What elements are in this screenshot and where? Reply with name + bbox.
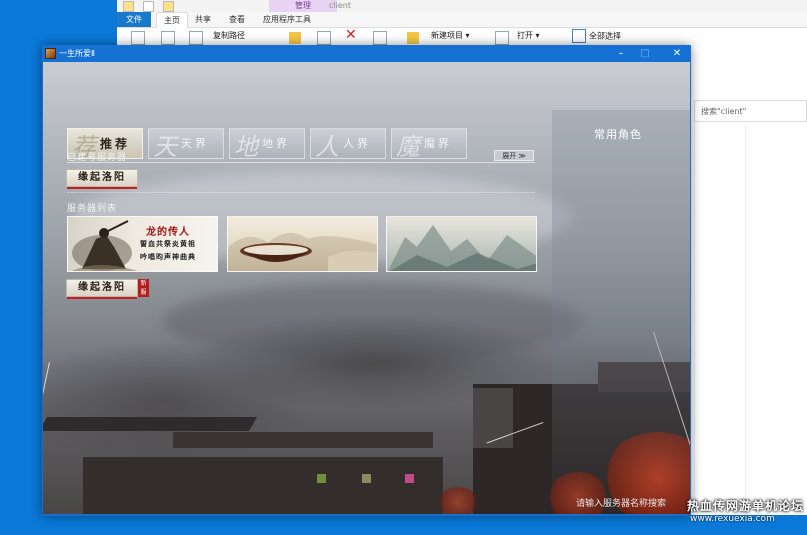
new-item-label: 新建项目 ▾ bbox=[431, 31, 470, 40]
site-watermark: 热血传网游单机论坛 bbox=[687, 499, 805, 513]
roof bbox=[83, 457, 443, 514]
tab-glyph: 魔 bbox=[396, 133, 420, 161]
card-title: 龙的传人 bbox=[146, 227, 190, 238]
new-folder-icon[interactable] bbox=[163, 1, 174, 12]
section-divider bbox=[67, 162, 535, 163]
tab-earth[interactable]: 地 地界 bbox=[229, 128, 305, 161]
launcher-window: 一生所爱Ⅱ – □ ✕ 常用角色 荐 推荐 天 天界 地 地界 人 人界 魔 魔… bbox=[42, 45, 691, 516]
mist bbox=[163, 282, 583, 362]
column-divider bbox=[745, 123, 746, 513]
maximize-button[interactable]: □ bbox=[633, 45, 657, 62]
tab-view[interactable]: 查看 bbox=[223, 12, 251, 27]
section-divider bbox=[67, 192, 535, 193]
tab-label: 人界 bbox=[343, 137, 371, 150]
indicator-dot bbox=[362, 474, 371, 483]
folder-icon[interactable] bbox=[123, 1, 134, 12]
tab-human[interactable]: 人 人界 bbox=[310, 128, 386, 161]
tab-share[interactable]: 共享 bbox=[189, 12, 217, 27]
move-to-button[interactable] bbox=[289, 31, 304, 45]
tab-demon[interactable]: 魔 魔界 bbox=[391, 128, 467, 161]
copy-path-button[interactable]: 复制路径 bbox=[213, 29, 245, 43]
copy-path-label: 复制路径 bbox=[213, 31, 245, 40]
app-icon bbox=[45, 48, 56, 59]
properties-button[interactable] bbox=[495, 31, 512, 46]
tab-glyph: 地 bbox=[234, 133, 258, 161]
card-line: 誓血共祭炎黄祖 bbox=[140, 239, 196, 248]
explorer-search-input[interactable]: 搜索"client" bbox=[694, 100, 807, 122]
tab-label: 地界 bbox=[262, 137, 290, 150]
rename-icon bbox=[373, 31, 387, 45]
tab-glyph: 人 bbox=[315, 133, 339, 161]
copy-icon bbox=[161, 31, 175, 45]
tab-app-tools[interactable]: 应用程序工具 bbox=[257, 12, 317, 27]
server-card-mountain[interactable] bbox=[386, 216, 537, 272]
desktop-strip bbox=[0, 515, 807, 535]
indicator-dot bbox=[405, 474, 414, 483]
quick-access-toolbar bbox=[117, 0, 807, 12]
launcher-title: 一生所爱Ⅱ bbox=[59, 49, 95, 58]
expand-button[interactable]: 展开 ≫ bbox=[494, 150, 534, 161]
server-card-dragon[interactable]: 龙的传人 誓血共祭炎黄祖 吟唱昀声神曲典 bbox=[67, 216, 218, 272]
cauldron-artwork bbox=[228, 233, 377, 271]
explorer-window-caption: client bbox=[329, 1, 351, 10]
rename-button[interactable] bbox=[373, 31, 390, 46]
roof bbox=[43, 417, 258, 431]
context-tab-manage[interactable]: 管理 bbox=[269, 0, 337, 12]
site-watermark-url: www.rexuexia.com bbox=[690, 514, 775, 524]
properties-icon[interactable] bbox=[143, 1, 154, 12]
select-all-button[interactable]: 全部选择 bbox=[572, 29, 621, 44]
new-folder-button[interactable] bbox=[407, 31, 422, 45]
move-to-icon bbox=[289, 31, 301, 44]
card-line: 吟唱昀声神曲典 bbox=[140, 252, 196, 261]
roof bbox=[173, 432, 433, 448]
open-label: 打开 ▾ bbox=[517, 31, 540, 40]
red-tree bbox=[438, 487, 478, 514]
tab-file[interactable]: 文件 bbox=[117, 12, 151, 27]
tab-label: 魔界 bbox=[424, 137, 452, 150]
copy-to-button[interactable] bbox=[317, 31, 334, 46]
tab-glyph: 天 bbox=[153, 133, 177, 161]
mountain-artwork bbox=[388, 225, 536, 271]
paste-icon bbox=[189, 31, 203, 45]
favorite-characters-title: 常用角色 bbox=[594, 128, 642, 141]
tab-heaven[interactable]: 天 天界 bbox=[148, 128, 224, 161]
indicator-dot bbox=[317, 474, 326, 483]
server-search-input[interactable]: 请输入服务器名称搜索 bbox=[576, 496, 666, 509]
column-divider bbox=[694, 123, 695, 513]
tab-home[interactable]: 主页 bbox=[156, 12, 188, 28]
pin-button[interactable] bbox=[131, 31, 148, 46]
open-button[interactable]: 打开 ▾ bbox=[517, 29, 540, 43]
close-button[interactable]: ✕ bbox=[665, 45, 689, 62]
minimize-button[interactable]: – bbox=[609, 45, 633, 62]
delete-icon: ✕ bbox=[345, 27, 357, 43]
copy-button[interactable] bbox=[161, 31, 178, 46]
server-card-cauldron[interactable] bbox=[227, 216, 378, 272]
new-server-badge: 新服 bbox=[138, 279, 149, 297]
recent-server-button[interactable]: 缘起洛阳 bbox=[66, 169, 138, 189]
server-list-label: 服务器列表 bbox=[67, 204, 118, 214]
select-all-icon bbox=[572, 29, 586, 43]
paste-button[interactable] bbox=[189, 31, 206, 46]
copy-to-icon bbox=[317, 31, 331, 45]
select-all-label: 全部选择 bbox=[589, 31, 621, 41]
launcher-body: 常用角色 荐 推荐 天 天界 地 地界 人 人界 魔 魔界 已建号服务器 展开 … bbox=[43, 62, 690, 514]
tab-label: 天界 bbox=[181, 137, 209, 150]
launcher-title-bar[interactable]: 一生所爱Ⅱ – □ ✕ bbox=[42, 45, 691, 62]
new-folder-icon bbox=[407, 31, 419, 44]
list-server-button[interactable]: 缘起洛阳 bbox=[66, 279, 138, 299]
character-panel bbox=[552, 110, 690, 514]
ribbon-tabs: 文件 主页 共享 查看 应用程序工具 bbox=[117, 12, 807, 28]
pin-icon bbox=[131, 31, 145, 45]
new-item-button[interactable]: 新建项目 ▾ bbox=[431, 29, 470, 43]
delete-button[interactable]: ✕ bbox=[345, 28, 357, 42]
properties-icon bbox=[495, 31, 509, 45]
